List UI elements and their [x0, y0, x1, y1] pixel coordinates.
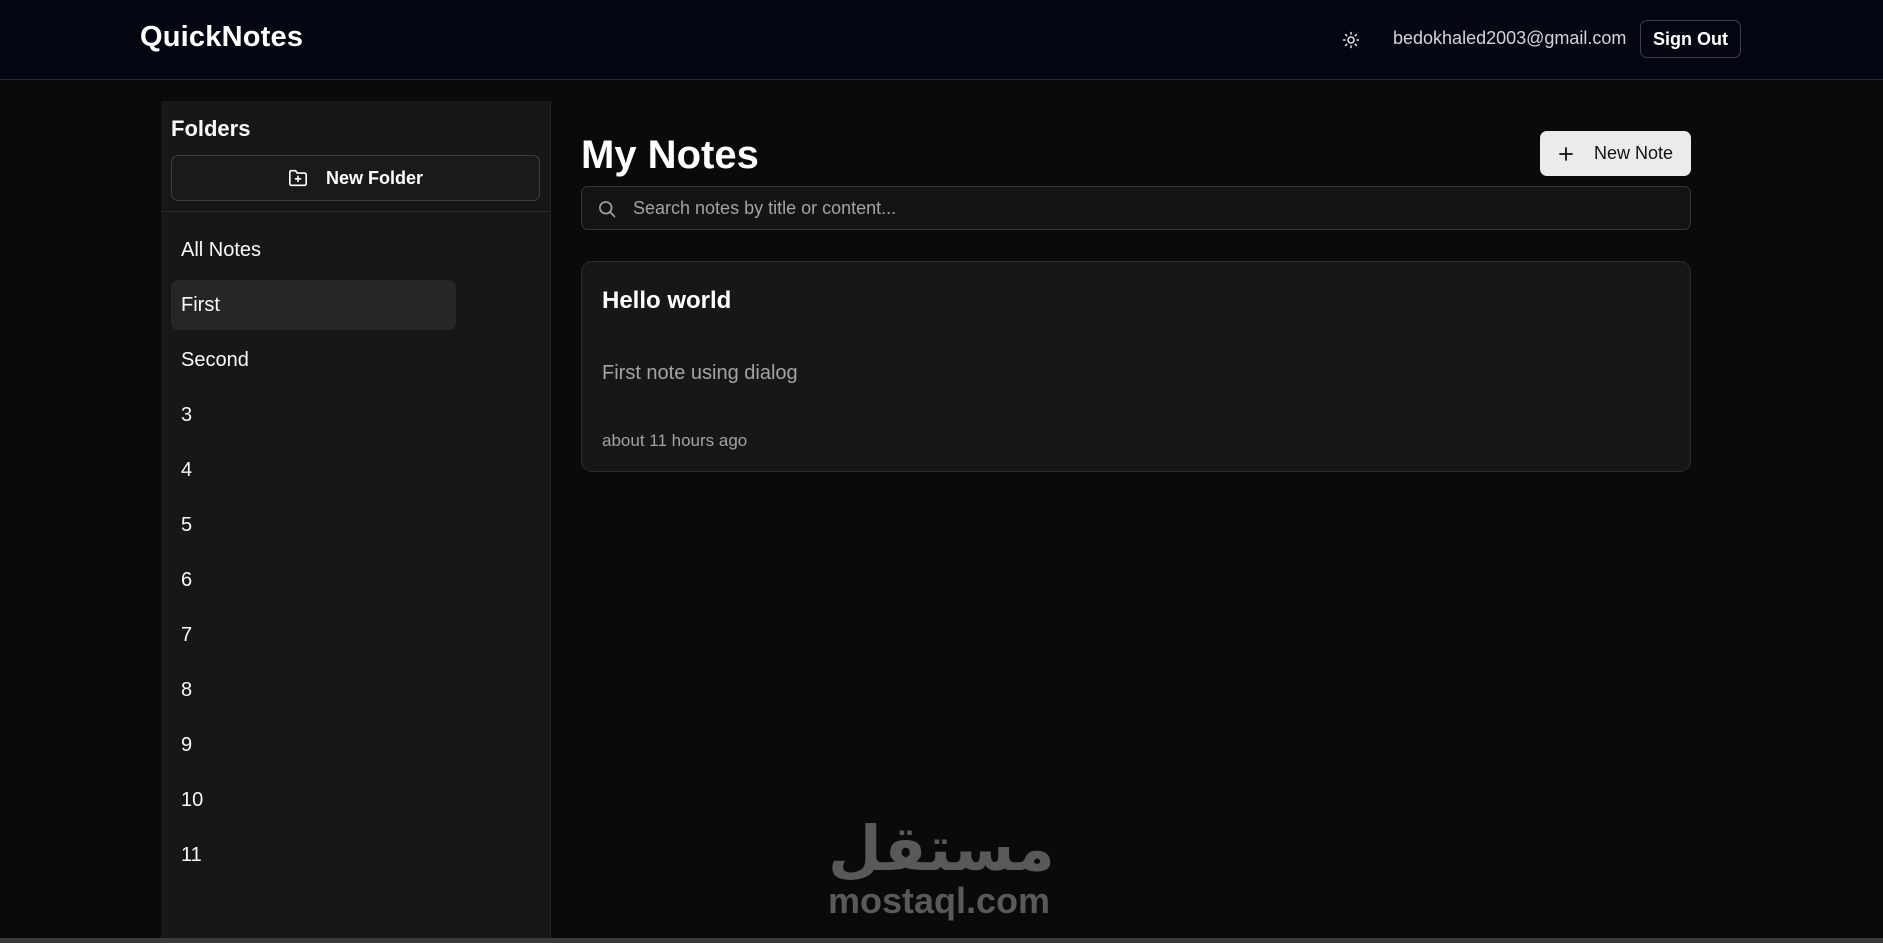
page-title: My Notes	[581, 133, 759, 177]
note-content: First note using dialog	[602, 362, 798, 384]
window-bottom-edge	[0, 938, 1883, 943]
search-icon	[599, 201, 616, 218]
search-box	[581, 186, 1691, 230]
new-folder-label: New Folder	[325, 167, 423, 188]
watermark-latin: mostaql.com	[828, 880, 1051, 921]
folder-item-10[interactable]: 10	[171, 775, 456, 825]
note-card[interactable]: Hello world First note using dialog abou…	[581, 261, 1691, 472]
watermark-arabic: مستقل	[828, 812, 1055, 885]
plus-icon	[1559, 146, 1573, 161]
mostaql-watermark: مستقل mostaql.com	[818, 812, 1058, 924]
user-email: bedokhaled2003@gmail.com	[1393, 28, 1627, 48]
folder-list: All Notes First Second 3 4 5 6 7 8 9 10 …	[171, 225, 456, 885]
search-input[interactable]	[631, 187, 1681, 229]
folder-item-11[interactable]: 11	[171, 830, 456, 880]
folder-item-9[interactable]: 9	[171, 720, 456, 770]
app-logo[interactable]: QuickNotes	[140, 21, 303, 54]
folder-item-4[interactable]: 4	[171, 445, 456, 495]
sidebar-title: Folders	[171, 116, 251, 141]
folder-item-second[interactable]: Second	[171, 335, 456, 385]
app-header: QuickNotes bedokhaled2003@gmail.com Sign…	[0, 0, 1883, 80]
folder-plus-icon	[288, 169, 307, 187]
folder-item-3[interactable]: 3	[171, 390, 456, 440]
folder-item-7[interactable]: 7	[171, 610, 456, 660]
note-timestamp: about 11 hours ago	[602, 431, 748, 450]
sun-icon	[1342, 31, 1360, 49]
folder-item-8[interactable]: 8	[171, 665, 456, 715]
sign-out-button[interactable]: Sign Out	[1640, 20, 1741, 58]
note-title: Hello world	[602, 287, 732, 314]
new-note-button[interactable]: New Note	[1540, 131, 1691, 176]
folder-item-6[interactable]: 6	[171, 555, 456, 605]
sidebar-divider	[161, 211, 550, 212]
folders-sidebar: Folders New Folder All Notes First Secon…	[161, 101, 551, 943]
new-note-label: New Note	[1593, 143, 1674, 163]
folder-item-5[interactable]: 5	[171, 500, 456, 550]
theme-toggle-button[interactable]	[1336, 25, 1366, 55]
new-folder-button[interactable]: New Folder	[171, 155, 540, 201]
folder-item-all-notes[interactable]: All Notes	[171, 225, 456, 275]
folder-item-first[interactable]: First	[171, 280, 456, 330]
